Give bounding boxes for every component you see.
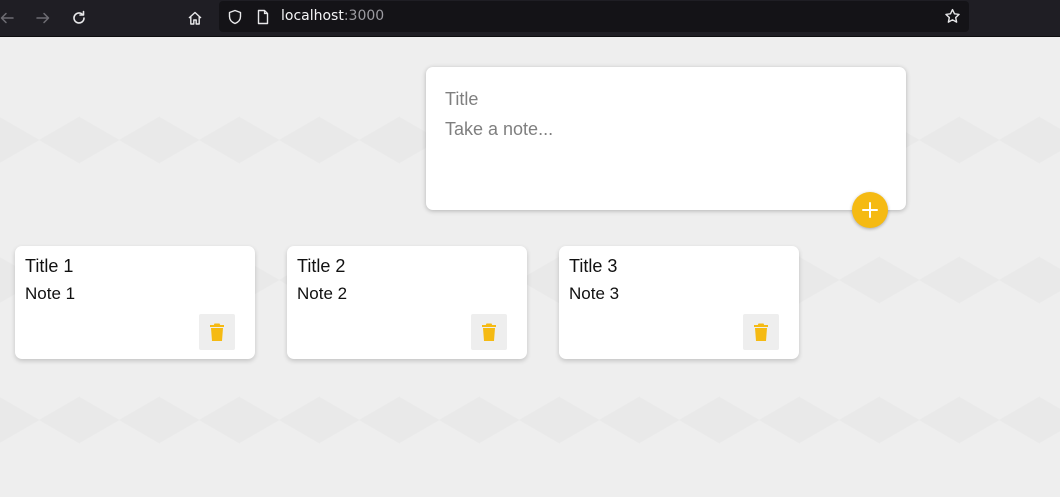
back-button[interactable] [0, 6, 19, 30]
note-title: Title 3 [569, 256, 618, 276]
note-content: Note 1 [25, 284, 76, 303]
note-card: Title 3 Note 3 [559, 246, 799, 359]
note-content: Note 2 [297, 284, 348, 303]
trash-icon [482, 323, 496, 341]
browser-toolbar: localhost:3000 [0, 0, 1060, 37]
delete-note-button[interactable] [743, 314, 779, 350]
reload-button[interactable] [67, 6, 91, 30]
url-bar[interactable]: localhost:3000 [219, 1, 969, 32]
trash-icon [210, 323, 224, 341]
url-host: localhost [281, 8, 344, 24]
trash-icon [754, 323, 768, 341]
delete-note-button[interactable] [199, 314, 235, 350]
star-icon[interactable] [944, 8, 961, 25]
note-content: Note 3 [569, 284, 620, 303]
reload-icon [73, 10, 85, 24]
create-note-form [426, 67, 906, 210]
delete-note-button[interactable] [471, 314, 507, 350]
note-title: Title 1 [25, 256, 74, 276]
forward-arrow-icon [36, 12, 50, 24]
add-note-button[interactable] [852, 192, 888, 228]
forward-button[interactable] [31, 6, 55, 30]
note-title: Title 2 [297, 256, 346, 276]
shield-icon [228, 9, 242, 25]
url-port: :3000 [343, 8, 385, 24]
page-icon [257, 9, 269, 25]
note-card: Title 2 Note 2 [287, 246, 527, 359]
note-card: Title 1 Note 1 [15, 246, 255, 359]
plus-icon [862, 202, 878, 218]
back-arrow-icon [0, 12, 14, 24]
note-content-input[interactable] [445, 119, 885, 179]
home-button[interactable] [183, 6, 207, 30]
url-text[interactable]: localhost:3000 [281, 8, 384, 24]
home-icon [188, 11, 202, 25]
note-title-input[interactable] [445, 87, 885, 111]
